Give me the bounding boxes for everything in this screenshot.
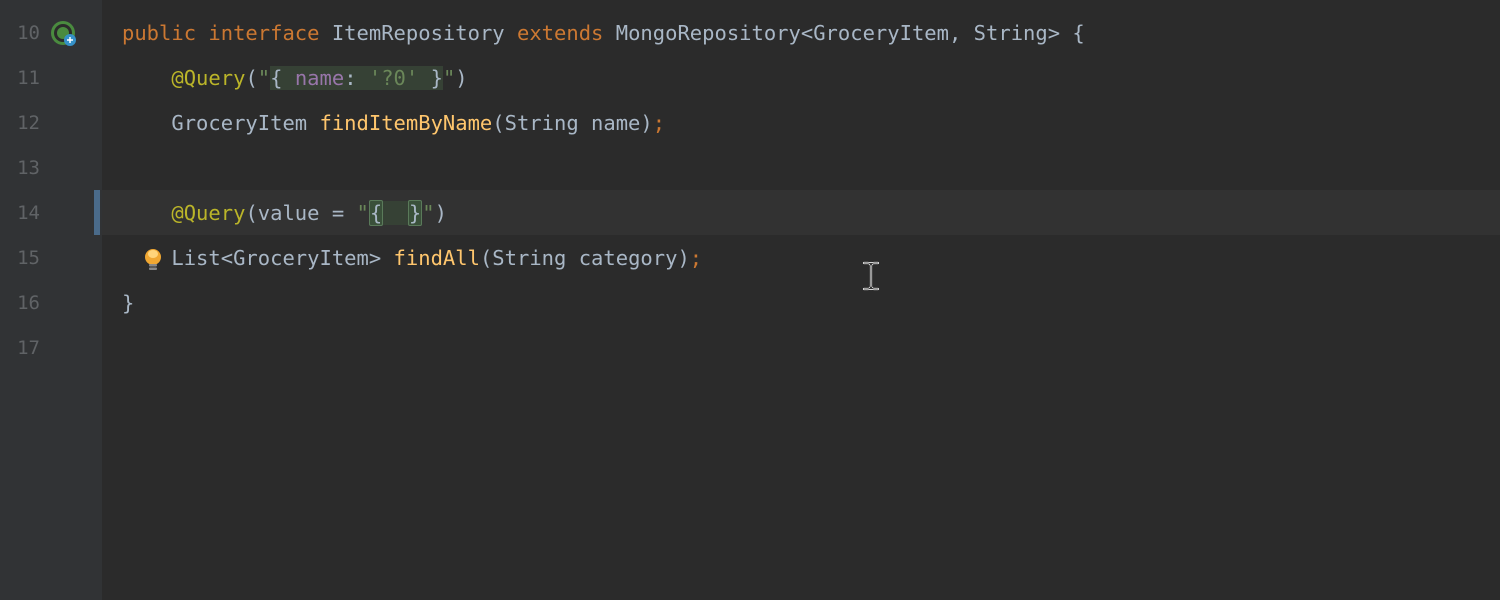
editor-gutter: 10 11 12 13 14 15 16 17 — [0, 0, 102, 600]
line-number: 11 — [0, 67, 40, 89]
annotation-attr: value = — [258, 201, 357, 225]
generic-type: GroceryItem — [813, 21, 949, 45]
line-number: 15 — [0, 247, 40, 269]
code-editor[interactable]: public interface ItemRepository extends … — [102, 0, 1500, 600]
return-type: GroceryItem — [171, 111, 307, 135]
gutter-row[interactable]: 13 — [0, 145, 102, 190]
code-line[interactable]: GroceryItem findItemByName(String name); — [102, 100, 1500, 145]
code-line[interactable]: @Query("{ name: '?0' }") — [102, 55, 1500, 100]
keyword-public: public — [122, 21, 196, 45]
keyword-interface: interface — [208, 21, 319, 45]
keyword-extends: extends — [517, 21, 603, 45]
method-name: findItemByName — [319, 111, 492, 135]
line-number: 10 — [0, 22, 40, 44]
line-number: 14 — [0, 202, 40, 224]
generic-type: String — [974, 21, 1048, 45]
code-line[interactable] — [102, 325, 1500, 370]
gutter-row[interactable]: 17 — [0, 325, 102, 370]
code-line[interactable]: List<GroceryItem> findAll(String categor… — [102, 235, 1500, 280]
mongo-query-injection: { name: '?0' } — [270, 66, 443, 90]
gutter-row[interactable]: 15 — [0, 235, 102, 280]
method-name: findAll — [381, 246, 480, 270]
gutter-row[interactable]: 11 — [0, 55, 102, 100]
type-name: ItemRepository — [332, 21, 505, 45]
line-number: 13 — [0, 157, 40, 179]
gutter-row[interactable]: 10 — [0, 10, 102, 55]
line-number: 16 — [0, 292, 40, 314]
mongo-query-injection: { } — [369, 201, 422, 225]
line-number: 12 — [0, 112, 40, 134]
return-type: List — [171, 246, 220, 270]
gutter-row[interactable]: 14 — [0, 190, 102, 235]
gutter-row[interactable]: 16 — [0, 280, 102, 325]
annotation: @Query — [171, 66, 245, 90]
interface-icon[interactable] — [44, 20, 102, 46]
code-line[interactable]: } — [102, 280, 1500, 325]
gutter-row[interactable]: 12 — [0, 100, 102, 145]
vcs-modified-indicator[interactable] — [94, 190, 100, 235]
code-line-current[interactable]: @Query(value = "{ }") — [102, 190, 1500, 235]
code-line[interactable] — [102, 145, 1500, 190]
line-number: 17 — [0, 337, 40, 359]
supertype-name: MongoRepository — [616, 21, 801, 45]
code-line[interactable]: public interface ItemRepository extends … — [102, 10, 1500, 55]
